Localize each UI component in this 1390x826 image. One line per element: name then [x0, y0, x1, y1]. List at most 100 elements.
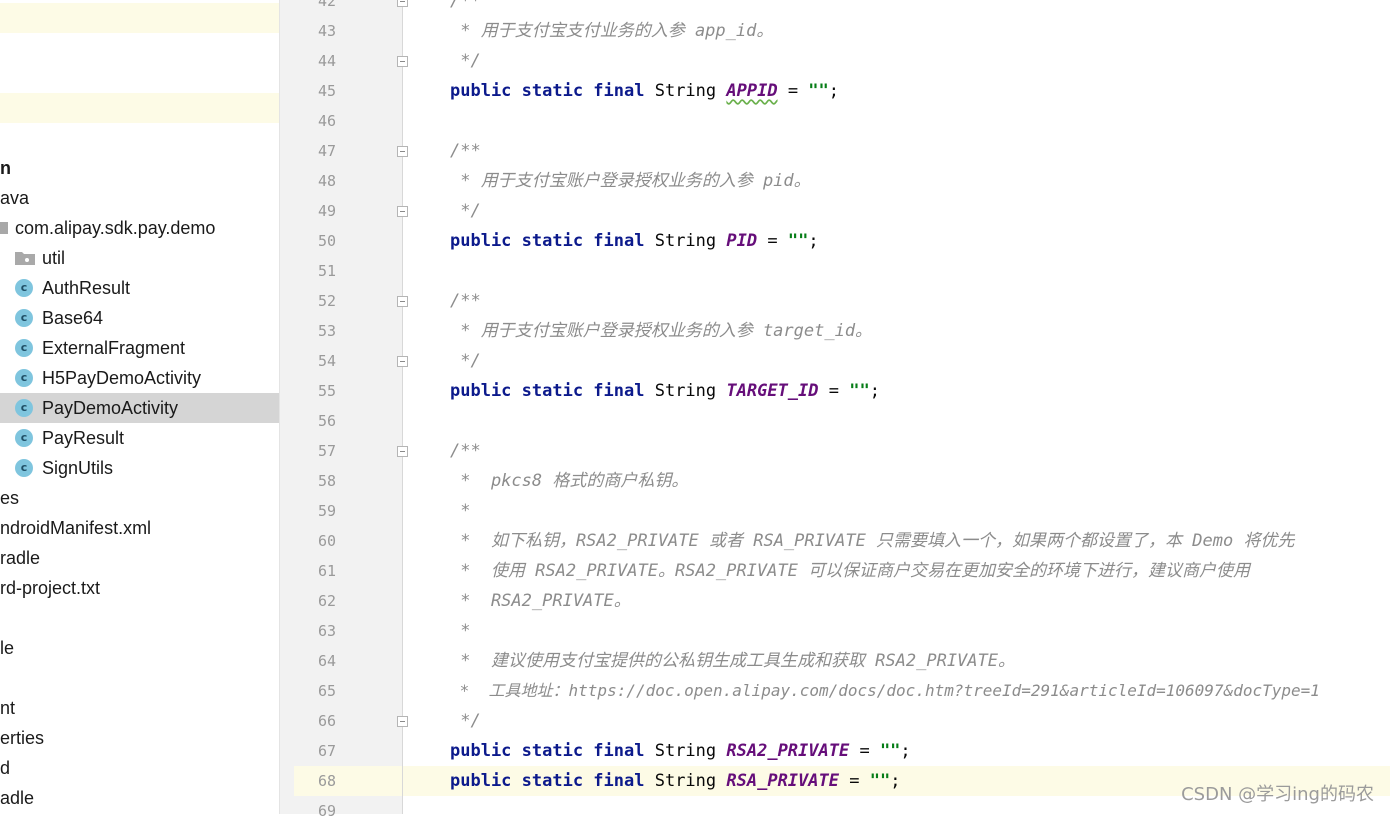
tree-item-d[interactable]: d — [0, 753, 279, 783]
line-number: 57 — [317, 442, 336, 460]
tree-highlight-row — [0, 93, 279, 123]
code-line: * 使用 RSA2_PRIVATE。RSA2_PRIVATE 可以保证商户交易在… — [450, 561, 1251, 581]
tree-item-paydemoactivity[interactable]: c PayDemoActivity — [0, 393, 279, 423]
code-type: String — [654, 381, 717, 401]
tree-item-label: radle — [0, 548, 41, 568]
tree-item-java[interactable]: ava — [0, 183, 279, 213]
tree-item-label: ExternalFragment — [42, 338, 186, 358]
code-line: * RSA2_PRIVATE。 — [450, 591, 631, 611]
code-type: String — [654, 741, 717, 761]
tree-item-authresult[interactable]: c AuthResult — [0, 273, 279, 303]
tree-item-properties[interactable]: erties — [0, 723, 279, 753]
code-line: /** — [450, 441, 481, 461]
code-line: * 如下私钥，RSA2_PRIVATE 或者 RSA_PRIVATE 只需要填入… — [450, 531, 1295, 551]
code-type: String — [654, 81, 717, 101]
line-number: 52 — [317, 292, 336, 310]
tree-item-label: SignUtils — [42, 458, 114, 478]
code-line: * 用于支付宝支付业务的入参 app_id。 — [450, 21, 774, 41]
fold-marker-icon[interactable] — [397, 206, 408, 217]
tree-item-label: rd-project.txt — [0, 578, 101, 598]
tree-item-gradle-2[interactable]: adle — [0, 783, 279, 813]
tree-item-label: adle — [0, 788, 35, 808]
class-icon: c — [15, 339, 33, 357]
tree-item-manifest[interactable]: ndroidManifest.xml — [0, 513, 279, 543]
tree-item-module[interactable]: n — [0, 153, 279, 183]
line-number: 59 — [317, 502, 336, 520]
code-string: "" — [849, 381, 870, 401]
code-line: */ — [450, 201, 481, 221]
code-line: * 用于支付宝账户登录授权业务的入参 target_id。 — [450, 321, 873, 341]
tree-item-label: nt — [0, 698, 16, 718]
code-keywords: public static final — [450, 741, 645, 761]
fold-marker-icon[interactable] — [397, 356, 408, 367]
tree-item-blank[interactable] — [0, 663, 279, 693]
fold-marker-icon[interactable] — [397, 0, 408, 7]
code-line: /** — [450, 0, 481, 11]
tree-item-h5paydemoactivity[interactable]: c H5PayDemoActivity — [0, 363, 279, 393]
tree-item-payresult[interactable]: c PayResult — [0, 423, 279, 453]
line-number: 48 — [317, 172, 336, 190]
tree-item-blank[interactable] — [0, 603, 279, 633]
tree-scrollbar[interactable] — [279, 0, 294, 814]
line-number: 60 — [317, 532, 336, 550]
code-line-current: public static final String RSA_PRIVATE =… — [450, 771, 901, 791]
code-keywords: public static final — [450, 231, 645, 251]
tree-item-res[interactable]: es — [0, 483, 279, 513]
tree-item-label: ava — [0, 188, 30, 208]
code-constant: APPID — [726, 81, 778, 101]
code-line: * 工具地址：https://doc.open.alipay.com/docs/… — [450, 681, 1320, 700]
code-line: */ — [450, 351, 481, 371]
tree-item-util[interactable]: util — [0, 243, 279, 273]
code-line: * — [450, 501, 471, 521]
gutter-divider — [402, 0, 403, 814]
code-string: "" — [787, 231, 809, 251]
code-line: * — [450, 621, 471, 641]
code-line: /** — [450, 141, 481, 161]
tree-item-signutils[interactable]: c SignUtils — [0, 453, 279, 483]
line-number: 68 — [317, 772, 336, 790]
tree-item-base64[interactable]: c Base64 — [0, 303, 279, 333]
line-number: 43 — [317, 22, 336, 40]
tree-item-package[interactable]: com.alipay.sdk.pay.demo — [0, 213, 279, 243]
code-line: /** — [450, 291, 481, 311]
fold-marker-icon[interactable] — [397, 56, 408, 67]
line-number: 63 — [317, 622, 336, 640]
line-number: 64 — [317, 652, 336, 670]
fold-marker-icon[interactable] — [397, 716, 408, 727]
line-number: 54 — [317, 352, 336, 370]
folder-icon — [15, 252, 35, 265]
code-line: * 建议使用支付宝提供的公私钥生成工具生成和获取 RSA2_PRIVATE。 — [450, 651, 1015, 671]
tree-highlight-row — [0, 3, 279, 33]
watermark: CSDN @学习ing的码农 — [1181, 784, 1374, 805]
line-number: 55 — [317, 382, 336, 400]
code-keywords: public static final — [450, 381, 645, 401]
tree-item-externalfragment[interactable]: c ExternalFragment — [0, 333, 279, 363]
line-number: 44 — [317, 52, 336, 70]
tree-item-nt[interactable]: nt — [0, 693, 279, 723]
class-icon: c — [15, 429, 33, 447]
fold-marker-icon[interactable] — [397, 296, 408, 307]
code-line: public static final String RSA2_PRIVATE … — [450, 741, 911, 761]
line-number: 65 — [317, 682, 336, 700]
code-line: public static final String TARGET_ID = "… — [450, 381, 880, 401]
tree-item-label: AuthResult — [42, 278, 131, 298]
tree-item-gradle[interactable]: radle — [0, 543, 279, 573]
tree-item-label: es — [0, 488, 20, 508]
code-keywords: public static final — [450, 771, 645, 791]
fold-marker-icon[interactable] — [397, 446, 408, 457]
code-constant: PID — [726, 231, 758, 251]
line-number: 69 — [317, 802, 336, 820]
code-type: String — [654, 231, 717, 251]
tree-item-label: com.alipay.sdk.pay.demo — [15, 218, 216, 238]
line-number: 58 — [317, 472, 336, 490]
tree-item-le[interactable]: le — [0, 633, 279, 663]
code-line: * 用于支付宝账户登录授权业务的入参 pid。 — [450, 171, 811, 191]
code-line: */ — [450, 51, 481, 71]
code-string: "" — [869, 771, 891, 791]
code-string: "" — [808, 81, 829, 101]
line-number: 61 — [317, 562, 336, 580]
tree-item-proguard[interactable]: rd-project.txt — [0, 573, 279, 603]
line-number: 49 — [317, 202, 336, 220]
fold-marker-icon[interactable] — [397, 146, 408, 157]
tree-item-label: H5PayDemoActivity — [42, 368, 202, 388]
